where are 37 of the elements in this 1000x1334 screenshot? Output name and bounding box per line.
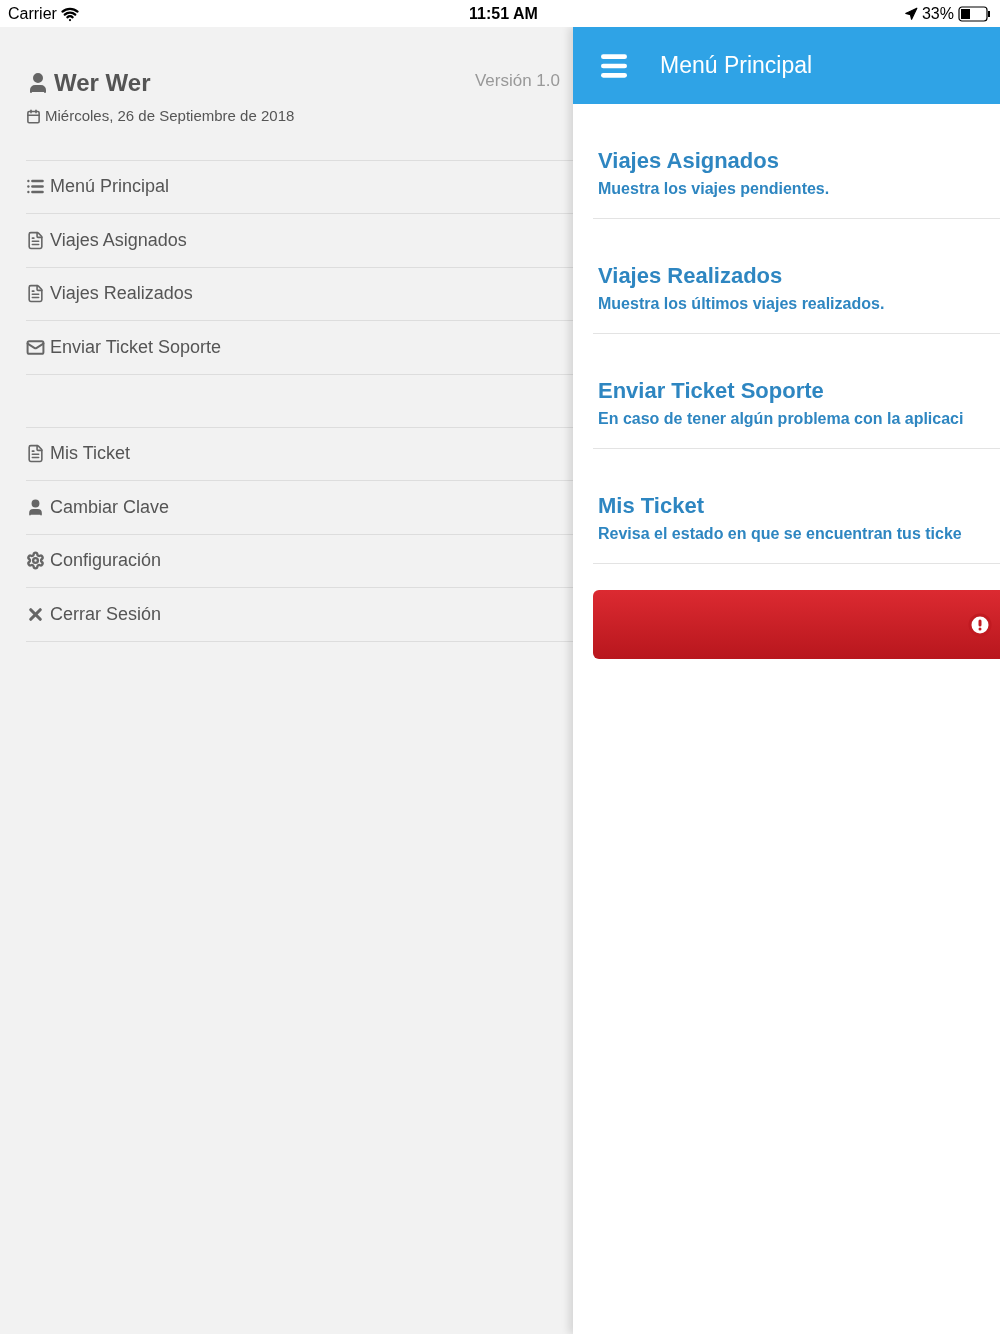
menu-item[interactable]: Cambiar Clave — [26, 481, 573, 535]
card-subtitle: Muestra los últimos viajes realizados. — [598, 293, 886, 314]
calendar-icon — [26, 108, 41, 124]
card-title: Enviar Ticket Soporte — [598, 377, 825, 405]
battery-percent: 33% — [921, 3, 954, 24]
card-subtitle: En caso de tener algún problema con la aplicaci — [598, 408, 965, 429]
envelope-icon — [26, 337, 45, 357]
menu-card[interactable]: Enviar Ticket Soporte En caso de tener algún problema con la aplicaci — [593, 334, 1000, 449]
menu-card[interactable]: Viajes Asignados Muestra los viajes pendientes. — [593, 104, 1000, 219]
user-name: Wer Wer — [54, 68, 151, 98]
location-icon — [903, 6, 918, 21]
card-subtitle: Revisa el estado en que se encuentran tus ticke — [598, 523, 963, 544]
clock-time: 11:51 AM — [469, 3, 538, 24]
settings-icon — [26, 551, 45, 571]
menu-item[interactable]: Configuración — [26, 534, 573, 588]
document-icon — [26, 444, 45, 464]
carrier-label: Carrier — [8, 3, 57, 24]
card-subtitle: Muestra los viajes pendientes. — [598, 178, 831, 199]
card-title: Mis Ticket — [598, 492, 705, 520]
menu-item[interactable]: Viajes Asignados — [26, 214, 573, 268]
date-label: Miércoles, 26 de Septiembre de 2018 — [45, 106, 295, 126]
alert-icon — [968, 612, 992, 637]
menu-item[interactable]: Enviar Ticket Soporte — [26, 321, 573, 375]
menu-item[interactable]: Cerrar Sesión — [26, 588, 573, 642]
user-icon — [26, 497, 45, 517]
menu-item[interactable]: Viajes Realizados — [26, 267, 573, 321]
menu-card[interactable]: Mis Ticket Revisa el estado en que se encuentran tus ticke — [593, 449, 1000, 564]
card-title: Viajes Asignados — [598, 147, 780, 175]
menu-item[interactable]: Mis Ticket — [26, 427, 573, 481]
menu-card[interactable]: Viajes Realizados Muestra los últimos viajes realizados. — [593, 219, 1000, 334]
document-icon — [26, 230, 45, 250]
card-title: Viajes Realizados — [598, 262, 784, 290]
menu-item[interactable]: Menú Principal — [26, 160, 573, 214]
header-title: Menú Principal — [660, 51, 813, 81]
battery-icon — [958, 5, 992, 22]
version-label: Versión 1.0 — [474, 70, 560, 92]
document-icon — [26, 284, 45, 304]
